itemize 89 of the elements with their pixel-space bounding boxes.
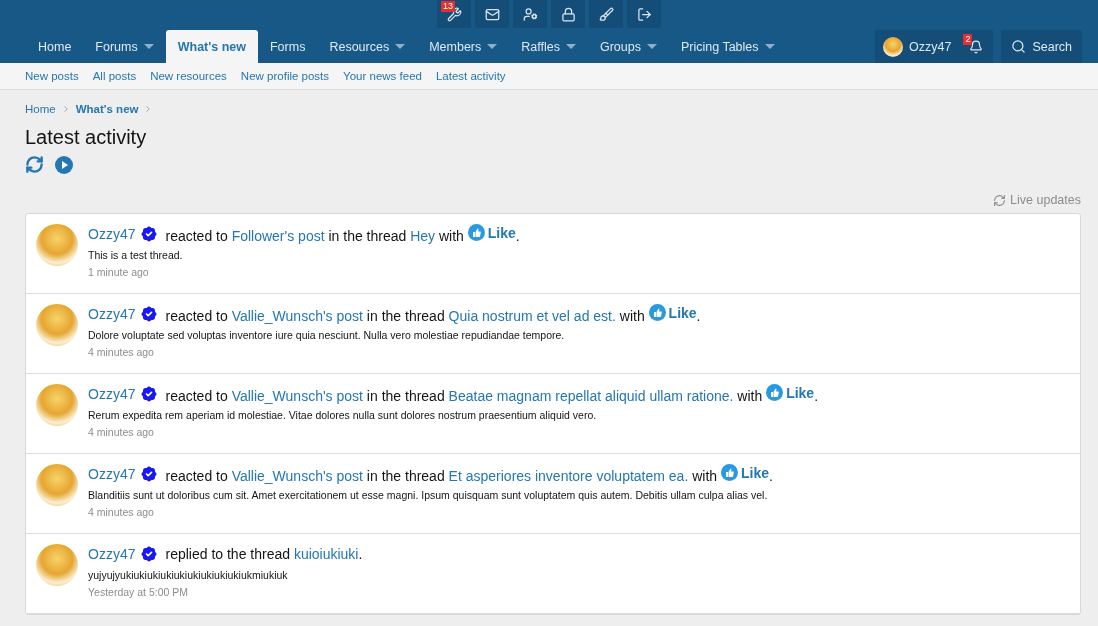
avatar [883, 36, 903, 57]
thread-link[interactable]: Et asperiores inventore voluptatem ea. [448, 468, 689, 484]
avatar [36, 384, 78, 426]
activity-text: reacted to Vallie_Wunsch's post in the thread Quia nostrum et vel ad est. with Like. [165, 304, 701, 324]
subnav-link[interactable]: New resources [150, 70, 227, 82]
nav-tab[interactable]: Raffles [509, 30, 588, 63]
post-snippet: Rerum expedita rem aperiam id molestiae. Vitae dolores nulla sunt dolores nostrum praesentium aliquid vero. [88, 409, 598, 421]
user-gear-icon [522, 6, 538, 22]
nav-tab[interactable]: Members [417, 30, 510, 63]
activity-text: reacted to Vallie_Wunsch's post in the thread Beatae magnam repellat aliquid ullam ratione. with Like. [165, 384, 819, 404]
verified-badge-icon [139, 464, 160, 484]
thread-link[interactable]: Vallie_Wunsch's post [231, 388, 363, 404]
timestamp: 1 minute ago [88, 266, 150, 278]
reaction-link[interactable]: Like [721, 464, 769, 481]
verified-badge-icon [139, 224, 160, 244]
thread-link[interactable]: Vallie_Wunsch's post [231, 308, 363, 324]
live-updates-link[interactable]: Live updates [993, 193, 1081, 207]
thumbs-up-icon [648, 304, 666, 321]
post-snippet: This is a test thread. [88, 249, 184, 261]
toolbar-button[interactable] [475, 0, 509, 28]
timestamp: 4 minutes ago [88, 506, 155, 518]
reaction-link[interactable]: Like [467, 224, 516, 241]
nav-tab[interactable]: Pricing Tables [668, 30, 787, 63]
page-title: Latest activity [25, 126, 148, 149]
nav-tab[interactable]: Forums [83, 30, 166, 63]
thread-link[interactable]: Quia nostrum et vel ad est. [448, 308, 616, 324]
subnav-link[interactable]: Latest activity [435, 70, 506, 82]
lock-icon [560, 6, 576, 22]
toolbar-button[interactable] [551, 0, 585, 28]
play-button[interactable] [54, 155, 74, 175]
username-link[interactable]: Ozzy47 [88, 466, 136, 482]
breadcrumb-link[interactable]: What's new [75, 103, 139, 115]
search-icon [1011, 39, 1027, 54]
toolbar-button[interactable] [513, 0, 547, 28]
subnav-link[interactable]: New profile posts [240, 70, 330, 82]
activity-text: replied to the thread kuioiukiuki. [165, 546, 363, 562]
brush-icon [598, 6, 614, 22]
avatar [36, 464, 78, 506]
toolbar-button[interactable] [627, 0, 661, 28]
play-icon [54, 155, 74, 175]
toolbar-button[interactable]: 13 [437, 0, 471, 28]
post-snippet: yujyujyukiukiukiukiukiukiukiukiukiukmiukiuk [88, 569, 289, 581]
subnav-link[interactable]: All posts [92, 70, 137, 82]
count-badge: 13 [441, 1, 455, 12]
post-snippet: Blanditiis sunt ut doloribus cum sit. Amet exercitationem ut esse magni. Ipsum quisquam sunt voluptatem quis autem. Debitis ullam culpa alias vel. [88, 489, 769, 501]
timestamp: 4 minutes ago [88, 346, 155, 358]
verified-badge-icon [139, 544, 160, 564]
alerts-button[interactable]: 2 [959, 30, 994, 63]
thread-link[interactable]: Beatae magnam repellat aliquid ullam ratione. [448, 388, 734, 404]
avatar [36, 544, 78, 586]
avatar [36, 224, 78, 266]
refresh-icon [993, 193, 1007, 207]
reaction-link[interactable]: Like [766, 384, 815, 401]
toolbar-button[interactable] [589, 0, 623, 28]
username-link[interactable]: Ozzy47 [88, 226, 136, 242]
activity-text: reacted to Vallie_Wunsch's post in the thread Et asperiores inventore voluptatem ea. with Like. [165, 464, 773, 484]
username-link[interactable]: Ozzy47 [88, 306, 136, 322]
thread-link[interactable]: Vallie_Wunsch's post [231, 468, 363, 484]
timestamp: Yesterday at 5:00 PM [88, 586, 189, 598]
refresh-button[interactable] [25, 155, 44, 175]
nav-tab[interactable]: Forms [258, 30, 318, 63]
bell-icon [969, 39, 984, 54]
verified-badge-icon [139, 384, 160, 404]
nav-tab[interactable]: Home [26, 30, 84, 63]
thread-link[interactable]: Follower's post [231, 228, 325, 244]
mail-icon [484, 6, 500, 22]
thumbs-up-icon [766, 384, 784, 401]
avatar [36, 304, 78, 346]
thumbs-up-icon [721, 464, 738, 481]
thread-link[interactable]: Hey [410, 228, 436, 244]
logout-icon [636, 6, 652, 22]
subnav-link[interactable]: New posts [25, 70, 79, 82]
verified-badge-icon [139, 304, 160, 324]
user-menu-button[interactable]: Ozzy47 [875, 30, 960, 63]
breadcrumb-link[interactable]: Home [25, 103, 56, 115]
subnav-link[interactable]: Your news feed [343, 70, 422, 82]
timestamp: 4 minutes ago [88, 426, 155, 438]
search-button[interactable]: Search [1001, 30, 1082, 63]
nav-tab[interactable]: Groups [587, 30, 669, 63]
nav-tab[interactable]: What's new [165, 30, 258, 63]
nav-tab[interactable]: Resources [317, 30, 418, 63]
activity-text: reacted to Follower's post in the thread Hey with Like. [165, 224, 520, 244]
username-link[interactable]: Ozzy47 [88, 546, 136, 562]
reaction-link[interactable]: Like [648, 304, 697, 321]
count-badge: 2 [963, 34, 973, 45]
username-link[interactable]: Ozzy47 [88, 386, 136, 402]
post-snippet: Dolore voluptate sed voluptas inventore iure quia nesciunt. Nulla vero molestiae repudiandae tempore. [88, 329, 566, 341]
thumbs-up-icon [467, 224, 485, 241]
refresh-icon [25, 155, 44, 174]
